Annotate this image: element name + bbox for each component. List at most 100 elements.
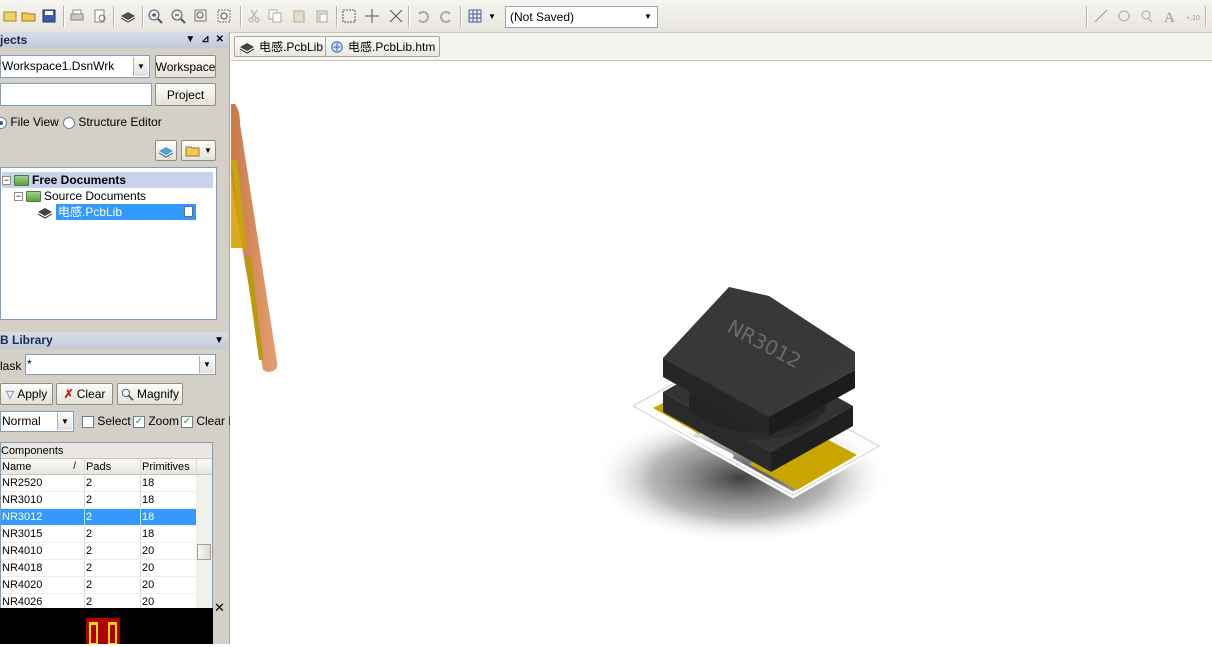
clear-existing-checkbox[interactable]: ✓ Clear E xyxy=(181,414,230,428)
copy-icon[interactable] xyxy=(266,7,284,25)
chevron-down-icon: ▼ xyxy=(204,146,212,155)
zoom-checkbox-label: Zoom xyxy=(148,414,180,428)
table-row[interactable]: NR4010 2 20 xyxy=(1,543,212,560)
redo-icon[interactable] xyxy=(437,7,455,25)
print-preview-icon[interactable] xyxy=(91,7,109,25)
zoom-fit-icon[interactable] xyxy=(192,7,210,25)
chevron-down-icon[interactable]: ▼ xyxy=(199,356,214,373)
print-icon[interactable] xyxy=(68,7,86,25)
layers-3d-icon[interactable] xyxy=(119,7,137,25)
tree-item-free-documents-label: Free Documents xyxy=(32,173,127,187)
cell-name: NR3015 xyxy=(1,526,85,542)
paste-special-icon[interactable] xyxy=(313,7,331,25)
chevron-down-icon[interactable]: ▼ xyxy=(641,9,655,25)
tab-pcblib-htm[interactable]: 电感.PcbLib.htm xyxy=(325,36,441,57)
structure-editor-radio-dot[interactable] xyxy=(63,116,75,129)
zoom-checkbox-box[interactable]: ✓ xyxy=(133,415,145,428)
sort-marker: / xyxy=(73,461,76,472)
file-view-label: File View xyxy=(10,115,59,129)
project-settings-button[interactable] xyxy=(155,140,177,161)
cell-primitives: 18 xyxy=(141,475,197,491)
structure-editor-radio[interactable]: Structure Editor xyxy=(63,115,162,129)
snapshot-selector[interactable]: (Not Saved) ▼ xyxy=(505,6,658,28)
select-rect-icon[interactable] xyxy=(340,7,358,25)
move-icon[interactable] xyxy=(363,7,381,25)
apply-button-label: Apply xyxy=(17,387,48,401)
string-icon[interactable]: +,10 xyxy=(1184,7,1202,25)
tab-pcblib[interactable]: 电感.PcbLib xyxy=(234,36,329,57)
mini-viewer xyxy=(0,608,213,647)
3d-viewport[interactable]: NR3012 xyxy=(231,62,1212,644)
cell-pads: 2 xyxy=(85,543,141,559)
pcblib-icon xyxy=(37,208,53,219)
mask-label: lask xyxy=(0,359,22,373)
cross-icon[interactable] xyxy=(387,7,405,25)
open-icon[interactable] xyxy=(20,7,38,25)
cell-name: NR4010 xyxy=(1,543,85,559)
zoom-in-icon[interactable] xyxy=(146,7,164,25)
file-view-radio-dot[interactable] xyxy=(0,116,7,129)
file-view-radio[interactable]: File View xyxy=(0,115,59,129)
paste-icon[interactable] xyxy=(290,7,308,25)
collapse-icon[interactable]: − xyxy=(2,175,11,185)
text-icon[interactable]: A xyxy=(1161,7,1179,25)
panel-menu-icon[interactable]: ▼ xyxy=(214,332,224,349)
tree-item-free-documents[interactable]: − Free Documents xyxy=(2,172,213,188)
filter-icon: ▽ xyxy=(5,388,15,401)
workspace-button[interactable]: Workspace xyxy=(155,55,216,78)
table-row[interactable]: NR4020 2 20 xyxy=(1,577,212,594)
close-icon[interactable]: ✕ xyxy=(216,32,224,48)
tree-item-source-documents[interactable]: − Source Documents xyxy=(14,188,213,204)
table-row[interactable]: NR2520 2 18 xyxy=(1,475,212,492)
column-header-primitives[interactable]: Primitives xyxy=(141,459,197,474)
pin-icon[interactable] xyxy=(1138,7,1156,25)
zoom-out-icon[interactable] xyxy=(169,7,187,25)
html-document-icon xyxy=(331,40,343,53)
magnify-button[interactable]: Magnify xyxy=(117,383,183,405)
cell-name: NR4018 xyxy=(1,560,85,576)
panel-menu-icon[interactable]: ▼ xyxy=(185,32,195,48)
chevron-down-icon[interactable]: ▼ xyxy=(57,413,72,430)
select-checkbox-box[interactable] xyxy=(82,415,94,428)
line-icon[interactable] xyxy=(1092,7,1110,25)
pin-panel-icon[interactable]: ⊿ xyxy=(201,32,209,48)
close-icon[interactable]: ✕ xyxy=(214,600,225,616)
tree-item-pcblib[interactable]: 电感.PcbLib xyxy=(37,204,213,220)
column-header-name[interactable]: Name / xyxy=(1,459,85,474)
chevron-down-icon[interactable]: ▼ xyxy=(133,57,148,76)
mask-input[interactable]: * ▼ xyxy=(25,354,216,375)
cell-pads: 2 xyxy=(85,526,141,542)
cell-pads: 2 xyxy=(85,560,141,576)
apply-button[interactable]: ▽ Apply xyxy=(0,383,53,405)
undo-icon[interactable] xyxy=(414,7,432,25)
zoom-area-icon[interactable] xyxy=(215,7,233,25)
table-row[interactable]: NR3015 2 18 xyxy=(1,526,212,543)
clear-existing-checkbox-box[interactable]: ✓ xyxy=(181,415,193,428)
clear-button[interactable]: ✗ Clear xyxy=(56,383,113,405)
table-row[interactable]: NR4018 2 20 xyxy=(1,560,212,577)
grid-icon[interactable] xyxy=(466,7,484,25)
main-toolbar: ▼ (Not Saved) ▼ A +,10 xyxy=(0,0,1212,33)
mode-select[interactable]: Normal ▼ xyxy=(0,411,74,432)
workspace-select[interactable]: Workspace1.DsnWrk ▼ xyxy=(0,55,150,78)
zoom-checkbox[interactable]: ✓ Zoom xyxy=(133,414,179,428)
project-field[interactable] xyxy=(0,83,152,106)
grid-dropdown-icon[interactable]: ▼ xyxy=(486,7,498,25)
table-row[interactable]: NR3010 2 18 xyxy=(1,492,212,509)
circle-icon[interactable] xyxy=(1115,7,1133,25)
table-row-selected[interactable]: NR3012 2 18 xyxy=(1,509,212,526)
save-icon[interactable] xyxy=(40,7,58,25)
select-checkbox[interactable]: Select xyxy=(82,414,131,428)
library-panel-header: B Library ▼ xyxy=(0,332,228,349)
open-document-button[interactable]: ▼ xyxy=(181,140,216,161)
cell-primitives: 18 xyxy=(141,526,197,542)
select-checkbox-label: Select xyxy=(97,414,131,428)
collapse-icon[interactable]: − xyxy=(14,191,23,201)
layers-icon xyxy=(158,146,174,158)
open-folder-icon[interactable] xyxy=(2,7,20,25)
cut-icon[interactable] xyxy=(245,7,263,25)
cell-pads: 2 xyxy=(85,475,141,491)
project-button[interactable]: Project xyxy=(155,83,216,106)
scrollbar-thumb[interactable] xyxy=(197,544,211,560)
column-header-pads[interactable]: Pads xyxy=(85,459,141,474)
